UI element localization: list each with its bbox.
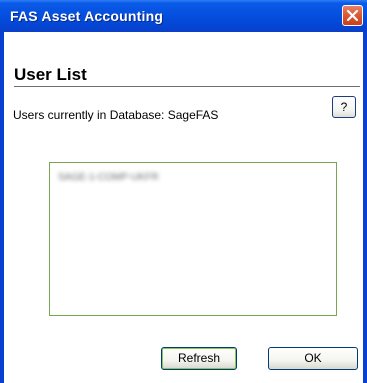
close-icon bbox=[346, 9, 359, 22]
ok-button[interactable]: OK bbox=[268, 347, 358, 370]
close-button[interactable] bbox=[342, 5, 363, 26]
title-bar[interactable]: FAS Asset Accounting bbox=[0, 0, 367, 32]
refresh-button[interactable]: Refresh bbox=[161, 347, 237, 370]
user-listbox[interactable]: SAGE-1-COMP-UKFR bbox=[49, 162, 337, 316]
heading-divider bbox=[14, 86, 360, 87]
users-in-database-label: Users currently in Database: SageFAS bbox=[13, 108, 219, 122]
dialog-body: User List Users currently in Database: S… bbox=[4, 32, 363, 383]
list-item[interactable]: SAGE-1-COMP-UKFR bbox=[58, 172, 159, 183]
page-title: User List bbox=[14, 65, 87, 84]
help-button[interactable]: ? bbox=[332, 96, 356, 118]
window-title: FAS Asset Accounting bbox=[10, 8, 164, 24]
dialog-window: FAS Asset Accounting User List Users cur… bbox=[0, 0, 367, 383]
